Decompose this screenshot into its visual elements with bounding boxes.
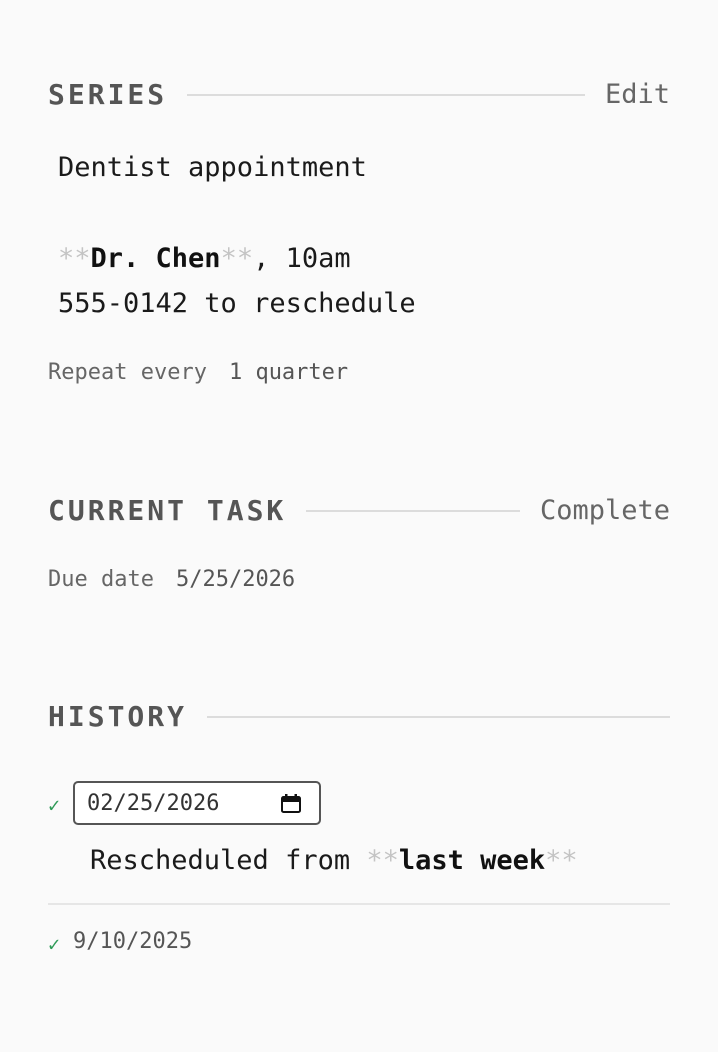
- checkmark-icon: ✓: [48, 793, 61, 817]
- history-note-bold: last week: [398, 845, 546, 876]
- history-header: HISTORY: [48, 700, 670, 733]
- series-note-line-3: 555-0142 to reschedule: [58, 288, 416, 319]
- complete-button[interactable]: Complete: [540, 495, 670, 526]
- markdown-bold-close: **: [220, 243, 254, 274]
- history-entry-divider: [48, 903, 670, 905]
- history-title: HISTORY: [48, 700, 188, 733]
- current-task-header: CURRENT TASK Complete: [48, 494, 670, 527]
- series-note-line-2: **Dr. Chen**, 10am: [58, 236, 351, 281]
- series-note-time: , 10am: [253, 243, 351, 274]
- markdown-bold-close: **: [545, 845, 578, 876]
- series-note-line-1: Dentist appointment: [58, 152, 367, 183]
- series-note-bold-name: Dr. Chen: [90, 243, 221, 274]
- markdown-bold-open: **: [366, 845, 399, 876]
- repeat-value[interactable]: 1 quarter: [229, 360, 348, 385]
- series-divider: [187, 93, 585, 96]
- current-task-divider: [306, 509, 520, 512]
- calendar-icon[interactable]: [281, 794, 301, 813]
- due-date-row: Due date 5/25/2026: [48, 567, 295, 592]
- edit-button[interactable]: Edit: [605, 79, 670, 110]
- series-title: SERIES: [48, 78, 168, 111]
- due-date-label: Due date: [48, 567, 154, 592]
- series-header: SERIES Edit: [48, 78, 670, 111]
- markdown-bold-open: **: [58, 243, 91, 274]
- history-entry-note: Rescheduled from **last week**: [90, 838, 578, 883]
- history-divider: [207, 715, 670, 718]
- due-date-value[interactable]: 5/25/2026: [176, 567, 295, 592]
- checkmark-icon: ✓: [48, 932, 61, 956]
- history-date-input[interactable]: 02/25/2026: [73, 781, 321, 825]
- current-task-title: CURRENT TASK: [48, 494, 287, 527]
- repeat-row: Repeat every 1 quarter: [48, 360, 348, 385]
- repeat-label: Repeat every: [48, 360, 207, 385]
- history-note-prefix: Rescheduled from: [90, 845, 367, 876]
- history-entry-date: 9/10/2025: [73, 929, 193, 954]
- history-date-input-value[interactable]: 02/25/2026: [87, 791, 219, 816]
